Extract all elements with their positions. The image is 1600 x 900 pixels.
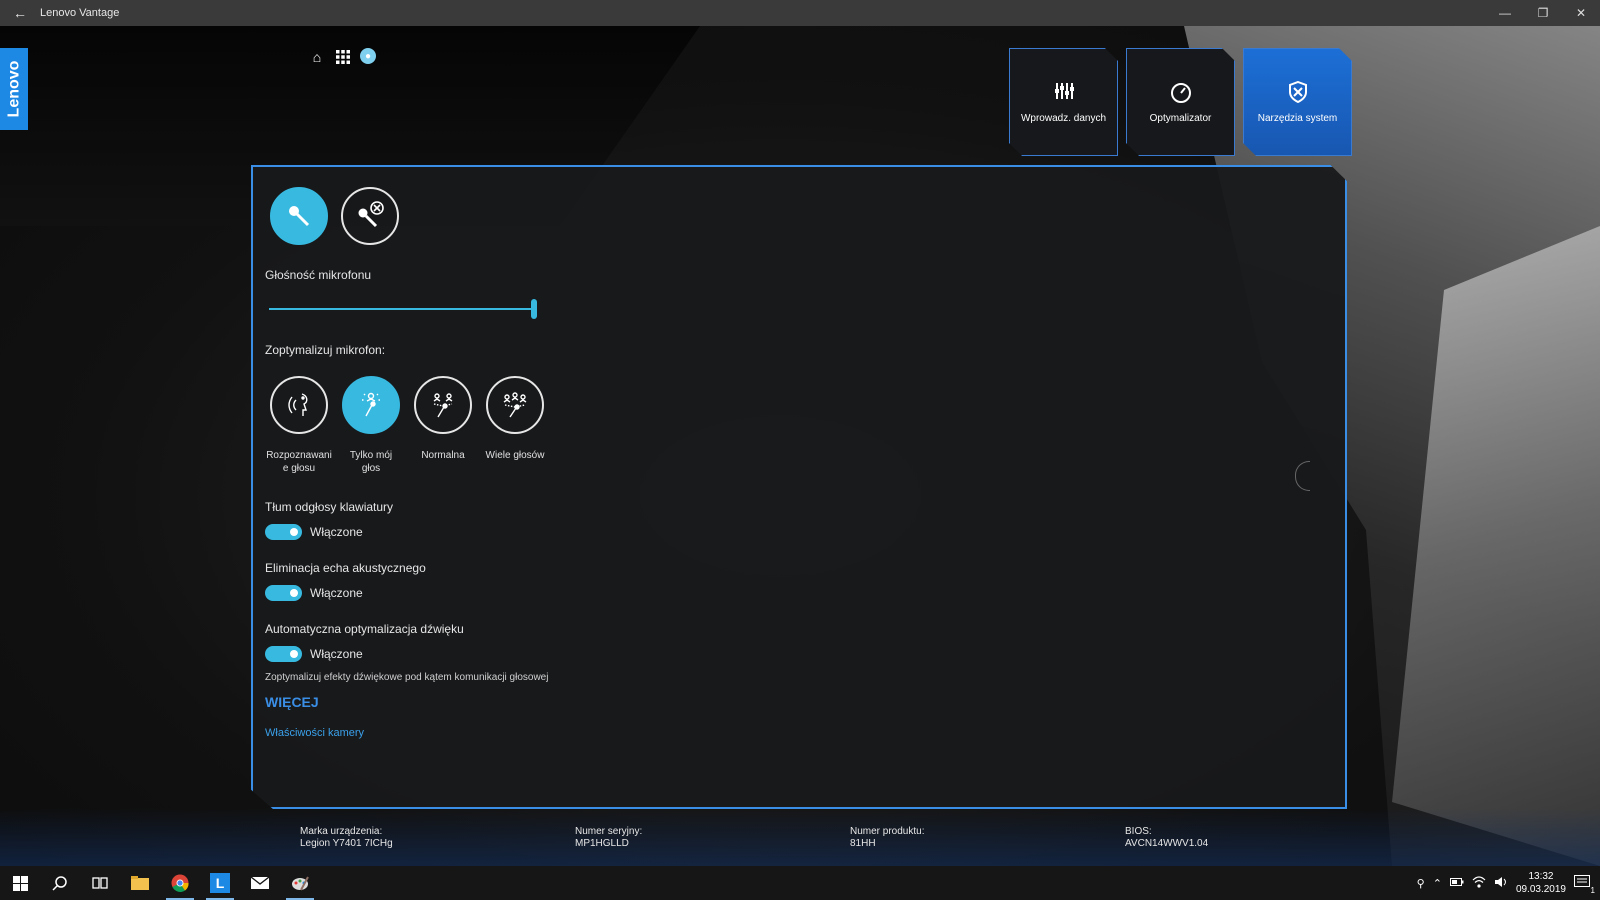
lenovo-logo-text: Lenovo (5, 60, 23, 118)
battery-icon[interactable] (1449, 877, 1464, 889)
product-label: Numer produktu: (850, 826, 925, 837)
title-bar: ← Lenovo Vantage — ❐ ✕ (0, 0, 1600, 26)
microphone-mute-icon (358, 201, 384, 228)
search-icon[interactable] (40, 866, 80, 900)
auto-sound-opt-state: Włączone (310, 647, 363, 661)
tile-input[interactable]: Wprowadz. danych (1009, 48, 1118, 156)
optimize-mic-label: Zoptymalizuj mikrofon: (265, 343, 386, 357)
window-title: Lenovo Vantage (40, 7, 120, 19)
mode-voice-recognition[interactable]: Rozpoznawani e głosu (266, 376, 332, 475)
camera-properties-link[interactable]: Właściwości kamery (265, 727, 364, 739)
microphone-icon (289, 206, 310, 227)
tile-optimizer[interactable]: Optymalizator (1126, 48, 1235, 156)
restore-button[interactable]: ❐ (1524, 6, 1562, 20)
windows-start-icon[interactable] (0, 866, 40, 900)
only-my-voice-icon (362, 392, 380, 417)
tile-input-label: Wprowadz. danych (1020, 112, 1107, 124)
taskbar: L ⚲ ⌃ 13:32 09.03.2019 1 (0, 866, 1600, 900)
chrome-icon[interactable] (160, 866, 200, 900)
auto-sound-opt-toggle[interactable] (265, 646, 302, 662)
people-icon[interactable]: ⚲ (1417, 877, 1425, 890)
task-view-icon[interactable] (80, 866, 120, 900)
mode-multiple-voices[interactable]: Wiele głosów (485, 376, 545, 475)
serial-label: Numer seryjny: (575, 826, 643, 837)
mode-voice-recognition-label: Rozpoznawani e głosu (266, 450, 332, 474)
input-sliders-icon (1054, 81, 1074, 103)
mode-only-my-voice[interactable]: Tylko mój głos (341, 376, 401, 475)
clock-time: 13:32 (1528, 871, 1554, 882)
mode-normal-label: Normalna (421, 450, 465, 461)
serial-value: MP1HGLLD (575, 838, 629, 849)
paint-icon[interactable] (280, 866, 320, 900)
mail-icon[interactable] (240, 866, 280, 900)
brand-value: Legion Y7401 7ICHg (300, 838, 393, 849)
volume-icon[interactable] (1494, 876, 1508, 891)
tile-system-tools-label: Narzędzia system (1257, 112, 1338, 124)
user-icon[interactable]: ● (360, 48, 376, 64)
mode-only-my-voice-label: Tylko mój głos (349, 450, 393, 474)
tools-shield-icon (1288, 80, 1308, 103)
microphone-on-button[interactable] (270, 187, 328, 245)
clock-date: 09.03.2019 (1515, 884, 1566, 895)
bios-label: BIOS: (1125, 826, 1152, 837)
chevron-up-icon[interactable]: ⌃ (1433, 877, 1442, 890)
mic-volume-slider-thumb[interactable] (531, 299, 537, 319)
keyboard-noise-state: Włączone (310, 525, 363, 539)
mic-volume-slider[interactable] (269, 299, 537, 319)
keyboard-noise-title: Tłum odgłosy klawiatury (265, 500, 394, 514)
brand-label: Marka urządzenia: (300, 826, 383, 837)
echo-cancel-toggle[interactable] (265, 585, 302, 601)
back-arrow-icon[interactable]: ← (0, 5, 40, 21)
microphone-mute-button[interactable] (341, 187, 399, 245)
tile-optimizer-label: Optymalizator (1149, 112, 1212, 124)
microphone-settings-panel: Głośność mikrofonu Zoptymalizuj mikrofon… (251, 165, 1347, 809)
mic-volume-label: Głośność mikrofonu (265, 268, 372, 282)
echo-cancel-state: Włączone (310, 586, 363, 600)
minimize-button[interactable]: — (1486, 6, 1524, 20)
file-explorer-icon[interactable] (120, 866, 160, 900)
auto-sound-opt-title: Automatyczna optymalizacja dźwięku (265, 622, 464, 636)
device-info-bar: Marka urządzenia: Legion Y7401 7ICHg Num… (0, 808, 1600, 866)
notification-count: 1 (1590, 885, 1595, 895)
notifications-icon[interactable]: 1 (1574, 874, 1595, 895)
close-button[interactable]: ✕ (1562, 6, 1600, 20)
lenovo-vantage-icon[interactable]: L (200, 866, 240, 900)
home-icon[interactable]: ⌂ (308, 48, 326, 66)
sound-opt-note: Zoptymalizuj efekty dźwiękowe pod kątem … (265, 672, 549, 683)
mode-normal[interactable]: Normalna (413, 376, 473, 475)
echo-cancel-title: Eliminacja echa akustycznego (265, 561, 426, 575)
multiple-voices-icon (503, 392, 527, 418)
speedometer-icon (1170, 81, 1192, 103)
voice-recognition-icon (288, 393, 308, 416)
keyboard-noise-toggle[interactable] (265, 524, 302, 540)
wifi-icon[interactable] (1472, 875, 1486, 891)
more-heading: WIĘCEJ (265, 694, 319, 710)
normal-icon (433, 393, 453, 418)
mode-multiple-voices-label: Wiele głosów (485, 450, 545, 461)
bios-value: AVCN14WWV1.04 (1125, 838, 1209, 849)
lenovo-logo: Lenovo (0, 48, 28, 130)
panel-collapse-handle[interactable] (1295, 461, 1310, 491)
clock[interactable]: 13:32 09.03.2019 (1516, 870, 1566, 896)
apps-grid-icon[interactable] (334, 48, 352, 66)
product-value: 81HH (850, 838, 876, 849)
tile-system-tools[interactable]: Narzędzia system (1243, 48, 1352, 156)
